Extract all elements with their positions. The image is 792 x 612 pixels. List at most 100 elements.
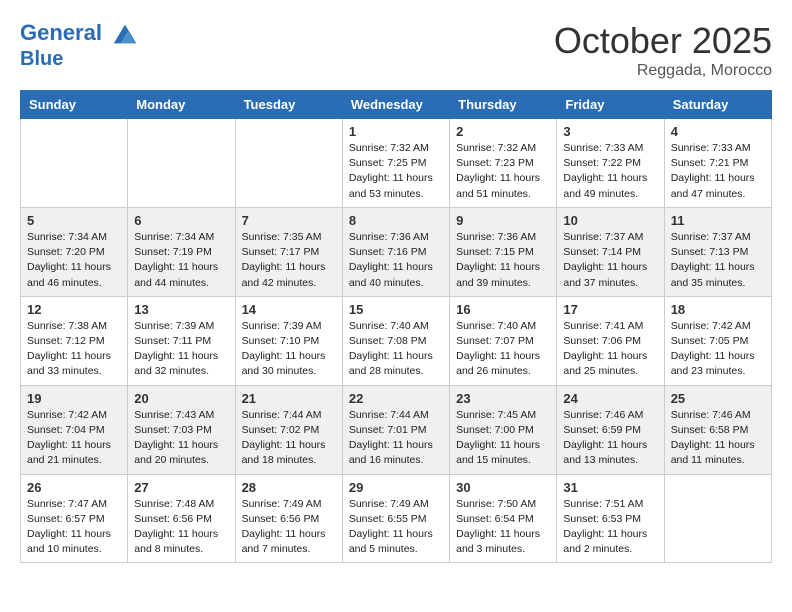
calendar-cell: 31 Sunrise: 7:51 AMSunset: 6:53 PMDayligh… (557, 474, 664, 563)
day-info: Sunrise: 7:49 AMSunset: 6:55 PMDaylight:… (349, 497, 443, 558)
week-row-5: 26 Sunrise: 7:47 AMSunset: 6:57 PMDayligh… (21, 474, 772, 563)
day-number: 13 (134, 302, 228, 317)
week-row-4: 19Sunrise: 7:42 AMSunset: 7:04 PMDayligh… (21, 385, 772, 474)
day-number: 4 (671, 124, 765, 139)
day-info: Sunrise: 7:33 AMSunset: 7:21 PMDaylight:… (671, 141, 765, 202)
day-info: Sunrise: 7:37 AMSunset: 7:14 PMDaylight:… (563, 230, 657, 291)
calendar-cell: 2Sunrise: 7:32 AMSunset: 7:23 PMDaylight… (450, 119, 557, 208)
day-number: 10 (563, 213, 657, 228)
calendar-cell: 19Sunrise: 7:42 AMSunset: 7:04 PMDayligh… (21, 385, 128, 474)
calendar-cell: 4 Sunrise: 7:33 AMSunset: 7:21 PMDaylight… (664, 119, 771, 208)
week-row-3: 12Sunrise: 7:38 AMSunset: 7:12 PMDayligh… (21, 296, 772, 385)
day-info: Sunrise: 7:40 AMSunset: 7:07 PMDaylight:… (456, 319, 550, 380)
calendar-cell: 8 Sunrise: 7:36 AMSunset: 7:16 PMDaylight… (342, 207, 449, 296)
calendar-cell: 18Sunrise: 7:42 AMSunset: 7:05 PMDayligh… (664, 296, 771, 385)
logo-blue: Blue (20, 48, 139, 70)
day-number: 31 (563, 480, 657, 495)
month-title: October 2025 (554, 20, 772, 62)
calendar-cell: 3 Sunrise: 7:33 AMSunset: 7:22 PMDaylight… (557, 119, 664, 208)
calendar-cell: 17 Sunrise: 7:41 AMSunset: 7:06 PMDayligh… (557, 296, 664, 385)
day-info: Sunrise: 7:48 AMSunset: 6:56 PMDaylight:… (134, 497, 228, 558)
day-number: 24 (563, 391, 657, 406)
calendar-cell: 11 Sunrise: 7:37 AMSunset: 7:13 PMDayligh… (664, 207, 771, 296)
day-number: 30 (456, 480, 550, 495)
day-info: Sunrise: 7:36 AMSunset: 7:15 PMDaylight:… (456, 230, 550, 291)
day-number: 28 (242, 480, 336, 495)
calendar-table: SundayMondayTuesdayWednesdayThursdayFrid… (20, 90, 772, 563)
day-number: 7 (242, 213, 336, 228)
weekday-header-monday: Monday (128, 91, 235, 119)
day-info: Sunrise: 7:50 AMSunset: 6:54 PMDaylight:… (456, 497, 550, 558)
weekday-header-thursday: Thursday (450, 91, 557, 119)
day-info: Sunrise: 7:34 AMSunset: 7:19 PMDaylight:… (134, 230, 228, 291)
weekday-header-wednesday: Wednesday (342, 91, 449, 119)
day-number: 8 (349, 213, 443, 228)
weekday-header-row: SundayMondayTuesdayWednesdayThursdayFrid… (21, 91, 772, 119)
day-info: Sunrise: 7:46 AMSunset: 6:58 PMDaylight:… (671, 408, 765, 469)
day-info: Sunrise: 7:32 AMSunset: 7:23 PMDaylight:… (456, 141, 550, 202)
day-number: 22 (349, 391, 443, 406)
day-number: 11 (671, 213, 765, 228)
day-info: Sunrise: 7:44 AMSunset: 7:02 PMDaylight:… (242, 408, 336, 469)
day-number: 14 (242, 302, 336, 317)
day-info: Sunrise: 7:49 AMSunset: 6:56 PMDaylight:… (242, 497, 336, 558)
day-info: Sunrise: 7:47 AMSunset: 6:57 PMDaylight:… (27, 497, 121, 558)
day-info: Sunrise: 7:51 AMSunset: 6:53 PMDaylight:… (563, 497, 657, 558)
day-number: 26 (27, 480, 121, 495)
day-number: 9 (456, 213, 550, 228)
calendar-cell: 5Sunrise: 7:34 AMSunset: 7:20 PMDaylight… (21, 207, 128, 296)
weekday-header-saturday: Saturday (664, 91, 771, 119)
weekday-header-sunday: Sunday (21, 91, 128, 119)
calendar-cell (235, 119, 342, 208)
day-number: 1 (349, 124, 443, 139)
day-info: Sunrise: 7:43 AMSunset: 7:03 PMDaylight:… (134, 408, 228, 469)
day-number: 20 (134, 391, 228, 406)
calendar-cell: 6 Sunrise: 7:34 AMSunset: 7:19 PMDaylight… (128, 207, 235, 296)
calendar-cell: 29 Sunrise: 7:49 AMSunset: 6:55 PMDayligh… (342, 474, 449, 563)
calendar-cell: 14Sunrise: 7:39 AMSunset: 7:10 PMDayligh… (235, 296, 342, 385)
day-number: 15 (349, 302, 443, 317)
day-info: Sunrise: 7:32 AMSunset: 7:25 PMDaylight:… (349, 141, 443, 202)
month-info: October 2025 Reggada, Morocco (554, 20, 772, 80)
calendar-cell: 26 Sunrise: 7:47 AMSunset: 6:57 PMDayligh… (21, 474, 128, 563)
calendar-cell: 16 Sunrise: 7:40 AMSunset: 7:07 PMDayligh… (450, 296, 557, 385)
day-number: 17 (563, 302, 657, 317)
day-info: Sunrise: 7:36 AMSunset: 7:16 PMDaylight:… (349, 230, 443, 291)
week-row-2: 5Sunrise: 7:34 AMSunset: 7:20 PMDaylight… (21, 207, 772, 296)
calendar-cell: 7 Sunrise: 7:35 AMSunset: 7:17 PMDaylight… (235, 207, 342, 296)
calendar-cell: 25Sunrise: 7:46 AMSunset: 6:58 PMDayligh… (664, 385, 771, 474)
day-info: Sunrise: 7:39 AMSunset: 7:11 PMDaylight:… (134, 319, 228, 380)
day-info: Sunrise: 7:33 AMSunset: 7:22 PMDaylight:… (563, 141, 657, 202)
location: Reggada, Morocco (554, 62, 772, 80)
calendar-cell: 21 Sunrise: 7:44 AMSunset: 7:02 PMDayligh… (235, 385, 342, 474)
day-info: Sunrise: 7:41 AMSunset: 7:06 PMDaylight:… (563, 319, 657, 380)
day-number: 3 (563, 124, 657, 139)
calendar-cell: 24 Sunrise: 7:46 AMSunset: 6:59 PMDayligh… (557, 385, 664, 474)
day-info: Sunrise: 7:35 AMSunset: 7:17 PMDaylight:… (242, 230, 336, 291)
calendar-cell: 12Sunrise: 7:38 AMSunset: 7:12 PMDayligh… (21, 296, 128, 385)
day-number: 29 (349, 480, 443, 495)
day-info: Sunrise: 7:37 AMSunset: 7:13 PMDaylight:… (671, 230, 765, 291)
day-number: 18 (671, 302, 765, 317)
day-number: 5 (27, 213, 121, 228)
calendar-cell (664, 474, 771, 563)
day-info: Sunrise: 7:45 AMSunset: 7:00 PMDaylight:… (456, 408, 550, 469)
calendar-cell: 28 Sunrise: 7:49 AMSunset: 6:56 PMDayligh… (235, 474, 342, 563)
calendar-cell: 23Sunrise: 7:45 AMSunset: 7:00 PMDayligh… (450, 385, 557, 474)
day-number: 27 (134, 480, 228, 495)
day-info: Sunrise: 7:40 AMSunset: 7:08 PMDaylight:… (349, 319, 443, 380)
day-info: Sunrise: 7:38 AMSunset: 7:12 PMDaylight:… (27, 319, 121, 380)
calendar-cell: 20 Sunrise: 7:43 AMSunset: 7:03 PMDayligh… (128, 385, 235, 474)
day-number: 16 (456, 302, 550, 317)
calendar-cell: 15 Sunrise: 7:40 AMSunset: 7:08 PMDayligh… (342, 296, 449, 385)
calendar-cell: 9 Sunrise: 7:36 AMSunset: 7:15 PMDaylight… (450, 207, 557, 296)
calendar-cell: 10 Sunrise: 7:37 AMSunset: 7:14 PMDayligh… (557, 207, 664, 296)
day-number: 21 (242, 391, 336, 406)
calendar-cell: 22Sunrise: 7:44 AMSunset: 7:01 PMDayligh… (342, 385, 449, 474)
calendar-cell: 1 Sunrise: 7:32 AMSunset: 7:25 PMDaylight… (342, 119, 449, 208)
day-info: Sunrise: 7:46 AMSunset: 6:59 PMDaylight:… (563, 408, 657, 469)
calendar-cell: 27 Sunrise: 7:48 AMSunset: 6:56 PMDayligh… (128, 474, 235, 563)
day-number: 6 (134, 213, 228, 228)
calendar-cell (21, 119, 128, 208)
day-info: Sunrise: 7:42 AMSunset: 7:04 PMDaylight:… (27, 408, 121, 469)
